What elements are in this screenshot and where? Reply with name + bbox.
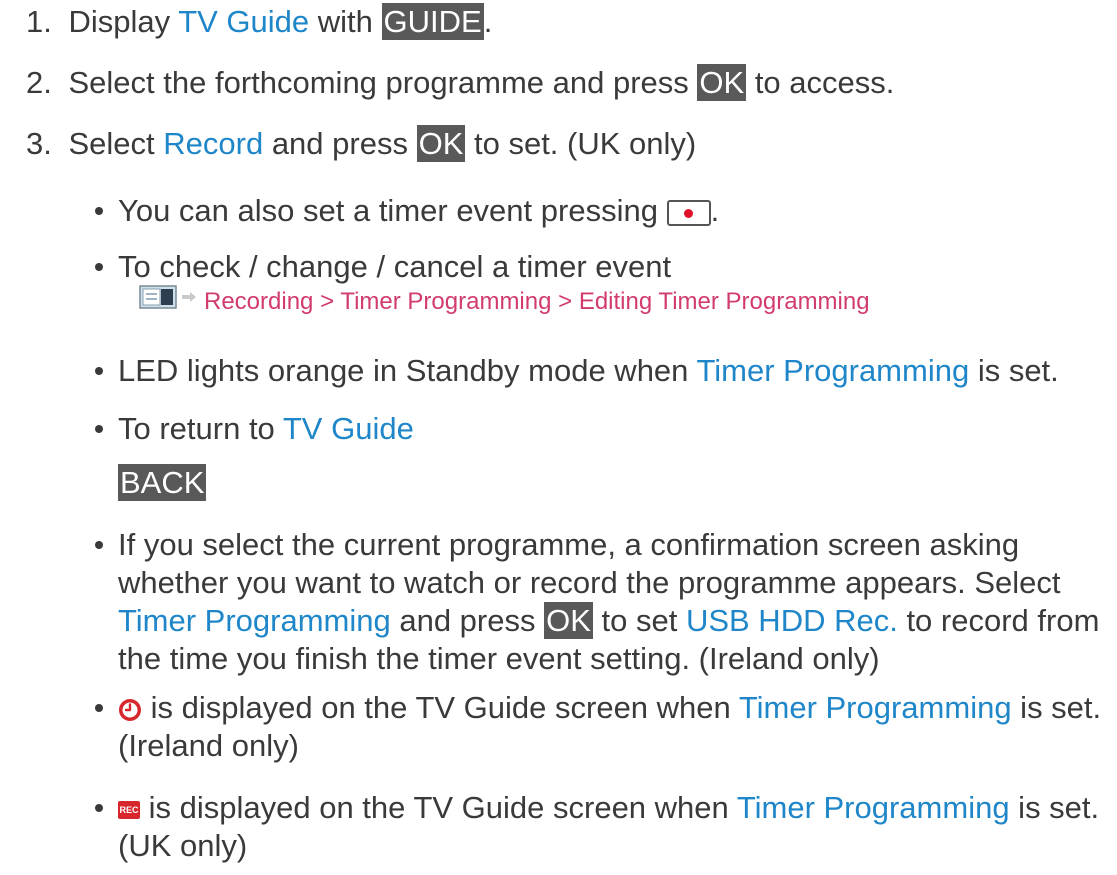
timer-programming-link[interactable]: Timer Programming — [737, 790, 1010, 825]
step-text: with — [309, 4, 382, 39]
note-text: is displayed on the TV Guide screen when — [140, 790, 737, 825]
note-timer-button: You can also set a timer event pressing … — [118, 192, 719, 230]
step-text: Select — [68, 126, 164, 161]
clock-icon — [119, 698, 141, 721]
guide-key: GUIDE — [381, 3, 484, 40]
note-text: is set. — [969, 353, 1059, 388]
note-led: LED lights orange in Standby mode when T… — [118, 352, 1059, 390]
note-check-change: To check / change / cancel a timer event — [118, 248, 671, 286]
step-1: 1. Display TV Guide with GUIDE. — [26, 3, 492, 41]
bullet — [95, 804, 103, 812]
menu-path[interactable]: Recording > Timer Programming > Editing … — [204, 283, 870, 321]
menu-path-text[interactable]: Recording > Timer Programming > Editing … — [204, 288, 870, 315]
tv-guide-link[interactable]: TV Guide — [283, 411, 414, 446]
back-key-row: BACK — [118, 464, 207, 502]
note-text: To check / change / cancel a timer event — [118, 249, 672, 284]
ok-key: OK — [697, 64, 747, 101]
step-text: and press — [263, 126, 417, 161]
usb-hdd-rec-link[interactable]: USB HDD Rec. — [686, 603, 898, 638]
arrow-icon — [182, 292, 196, 302]
rec-badge-icon: REC — [118, 800, 140, 819]
note-current-programme: If you select the current programme, a c… — [118, 526, 1108, 678]
note-text: is displayed on the TV Guide screen when — [142, 690, 739, 725]
bullet — [95, 425, 103, 433]
step-number: 1. — [26, 4, 52, 39]
back-key: BACK — [118, 464, 207, 501]
step-number: 3. — [26, 126, 52, 161]
note-text: If you select the current programme, a c… — [118, 527, 1061, 600]
note-text: . — [710, 193, 720, 228]
timer-programming-link[interactable]: Timer Programming — [739, 690, 1012, 725]
bullet — [95, 367, 103, 375]
note-clock: is displayed on the TV Guide screen when… — [118, 689, 1108, 765]
note-rec: REC is displayed on the TV Guide screen … — [118, 789, 1108, 865]
record-button-icon — [666, 199, 711, 226]
step-text: Select the forthcoming programme and pre… — [68, 65, 698, 100]
ok-key: OK — [544, 602, 593, 639]
step-text: . — [483, 4, 493, 39]
step-text: to set. (UK only) — [465, 126, 697, 161]
note-text: To return to — [118, 411, 283, 446]
timer-programming-link[interactable]: Timer Programming — [118, 603, 391, 638]
note-text: You can also set a timer event pressing — [118, 193, 667, 228]
note-return: To return to TV Guide — [118, 410, 414, 448]
step-number: 2. — [26, 65, 52, 100]
bullet — [95, 541, 103, 549]
note-text: LED lights orange in Standby mode when — [118, 353, 697, 388]
record-link[interactable]: Record — [163, 126, 263, 161]
timer-programming-link[interactable]: Timer Programming — [696, 353, 969, 388]
step-text: to access. — [746, 65, 895, 100]
bullet — [95, 704, 103, 712]
step-3: 3. Select Record and press OK to set. (U… — [26, 125, 696, 163]
bullet — [95, 263, 103, 271]
bullet — [95, 207, 103, 215]
ok-key: OK — [416, 125, 466, 162]
step-2: 2. Select the forthcoming programme and … — [26, 64, 894, 102]
menu-icon — [139, 285, 177, 309]
step-text: Display — [68, 4, 179, 39]
note-text: to set — [592, 603, 686, 638]
note-text: and press — [390, 603, 545, 638]
tv-guide-link[interactable]: TV Guide — [178, 4, 309, 39]
